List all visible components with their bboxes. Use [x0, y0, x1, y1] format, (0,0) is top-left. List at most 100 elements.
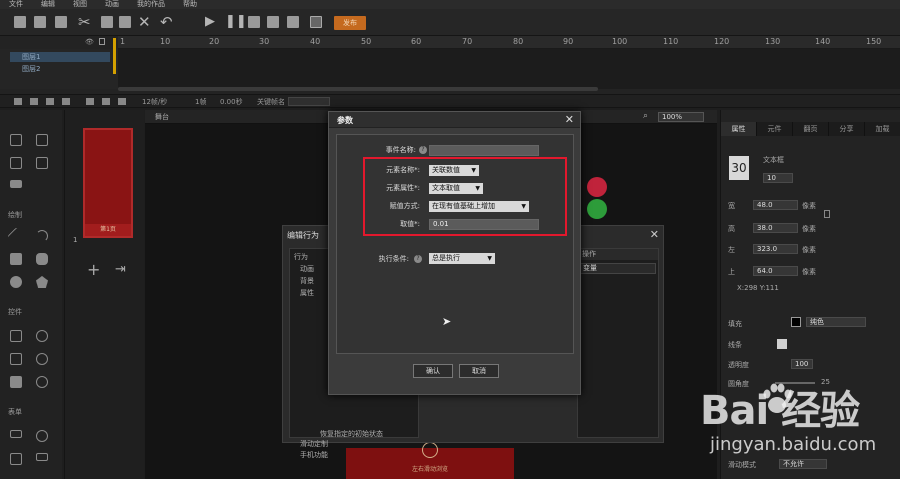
globe-control-icon[interactable] [36, 376, 48, 388]
import-page-icon[interactable]: ⇥ [115, 262, 126, 277]
stop-icon[interactable] [248, 16, 260, 28]
save-icon[interactable] [55, 16, 67, 28]
aspect-lock-icon[interactable] [824, 210, 830, 218]
fill-color-swatch[interactable] [791, 317, 801, 327]
heart-control-icon[interactable] [36, 330, 48, 342]
layer-row[interactable]: 图层2 [10, 64, 110, 74]
cut-icon[interactable]: ✂ [78, 13, 91, 31]
tree-item[interactable]: 滑动定制 [300, 439, 328, 449]
action-select[interactable]: 变量 [580, 263, 656, 274]
keyframe-name-input[interactable] [288, 97, 330, 106]
round-rect-tool-icon[interactable] [36, 253, 48, 265]
menu-help[interactable]: 帮助 [174, 0, 206, 9]
lock-icon[interactable] [99, 38, 105, 45]
ellipse-tool-icon[interactable] [10, 276, 22, 288]
delete-layer-icon[interactable] [46, 98, 54, 105]
copy-icon[interactable] [101, 16, 113, 28]
close-icon[interactable]: ✕ [650, 228, 659, 241]
menu-animation[interactable]: 动画 [96, 0, 128, 9]
menu-file[interactable]: 文件 [0, 0, 32, 9]
stage-poster[interactable]: 左右滑动浏览 [346, 442, 514, 479]
map-control-icon[interactable] [10, 376, 22, 388]
pause-icon[interactable]: ❚❚ [225, 13, 247, 31]
tree-item[interactable]: 恢复指定的初始状态 [320, 429, 383, 439]
rect-tool-icon[interactable] [10, 253, 22, 265]
page-thumbnail[interactable]: 第1页 [83, 128, 133, 238]
stroke-color-swatch[interactable] [777, 339, 787, 349]
stage-red-button[interactable] [587, 177, 607, 197]
menu-view[interactable]: 视图 [64, 0, 96, 9]
video-tool-icon[interactable] [10, 180, 22, 188]
tab-loading[interactable]: 加载 [865, 122, 900, 136]
cancel-button[interactable]: 取消 [459, 364, 499, 378]
menu-my-works[interactable]: 我的作品 [128, 0, 174, 9]
tab-page-turn[interactable]: 翻页 [793, 122, 829, 136]
tree-item[interactable]: 行为 [294, 252, 308, 262]
timeline-ruler[interactable]: 1 20 10 30 40 50 60 70 80 90 100 110 120… [118, 36, 900, 49]
stroke-label: 线条 [728, 341, 742, 349]
add-folder-icon[interactable] [30, 98, 38, 105]
help-icon[interactable]: ? [414, 255, 422, 263]
insert-frame-icon[interactable] [86, 98, 94, 105]
export-icon[interactable] [287, 16, 299, 28]
stage-green-button[interactable] [587, 199, 607, 219]
undo-icon[interactable]: ↶ [160, 13, 173, 31]
confirm-button[interactable]: 确认 [413, 364, 453, 378]
open-folder-icon[interactable] [34, 16, 46, 28]
left-field[interactable]: 323.0 [753, 244, 798, 254]
select-form-icon[interactable] [36, 453, 48, 461]
height-field[interactable]: 38.0 [753, 223, 798, 233]
tab-share[interactable]: 分享 [829, 122, 865, 136]
tree-item[interactable]: 手机功能 [300, 450, 328, 460]
zoom-select[interactable]: 100% [658, 112, 704, 122]
tree-item[interactable]: 属性 [300, 288, 314, 298]
line-tool-icon[interactable] [7, 227, 25, 245]
section-forms: 表单 [8, 408, 22, 416]
opacity-field[interactable]: 100 [791, 359, 813, 369]
radio-form-icon[interactable] [36, 430, 48, 442]
insert-keyframe-icon[interactable] [102, 98, 110, 105]
curve-tool-icon[interactable] [36, 230, 48, 242]
paste-icon[interactable] [119, 16, 131, 28]
width-field[interactable]: 48.0 [753, 200, 798, 210]
layer-row[interactable]: 图层1 [10, 52, 110, 62]
checkbox-form-icon[interactable] [10, 453, 22, 465]
event-name-input[interactable] [429, 145, 539, 156]
close-icon[interactable]: ✕ [565, 113, 574, 126]
new-file-icon[interactable] [14, 16, 26, 28]
preview-screen-icon[interactable] [267, 16, 279, 28]
timeline-scrollbar[interactable] [118, 87, 598, 91]
layer-option-icon[interactable] [62, 98, 70, 105]
chart-tool-icon[interactable] [36, 157, 48, 169]
tree-item[interactable]: 背景 [300, 276, 314, 286]
polygon-tool-icon[interactable] [36, 276, 48, 288]
add-page-icon[interactable]: + [87, 260, 100, 279]
exec-cond-select[interactable]: 总是执行 ▼ [429, 253, 495, 264]
timer-control-icon[interactable] [36, 353, 48, 365]
drag-control-icon[interactable] [10, 353, 22, 365]
help-icon[interactable]: ? [419, 146, 427, 154]
publish-button[interactable]: 发布 [334, 16, 366, 30]
dialog-titlebar: 参数 ✕ [329, 112, 580, 128]
element-sub-field[interactable]: 10 [763, 173, 793, 183]
add-layer-icon[interactable] [14, 98, 22, 105]
fill-type-select[interactable]: 纯色 [806, 317, 866, 327]
menu-edit[interactable]: 编辑 [32, 0, 64, 9]
tab-components[interactable]: 元件 [757, 122, 793, 136]
tab-properties[interactable]: 属性 [721, 122, 757, 136]
button-control-icon[interactable] [10, 330, 22, 342]
delete-icon[interactable]: ✕ [138, 13, 151, 31]
qr-icon[interactable] [310, 16, 322, 28]
playhead[interactable] [113, 38, 116, 74]
search-icon[interactable]: ⌕ [643, 111, 648, 121]
text-tool-icon[interactable] [10, 134, 22, 146]
image-tool-icon[interactable] [10, 157, 22, 169]
input-form-icon[interactable] [10, 430, 22, 438]
play-icon[interactable]: ▶ [205, 13, 215, 31]
tree-item[interactable]: 动画 [300, 264, 314, 274]
delete-frame-icon[interactable] [118, 98, 126, 105]
frame-grid[interactable] [118, 49, 900, 89]
top-field[interactable]: 64.0 [753, 266, 798, 276]
shape-tool-icon[interactable] [36, 134, 48, 146]
eye-icon[interactable]: 👁 [85, 38, 94, 46]
